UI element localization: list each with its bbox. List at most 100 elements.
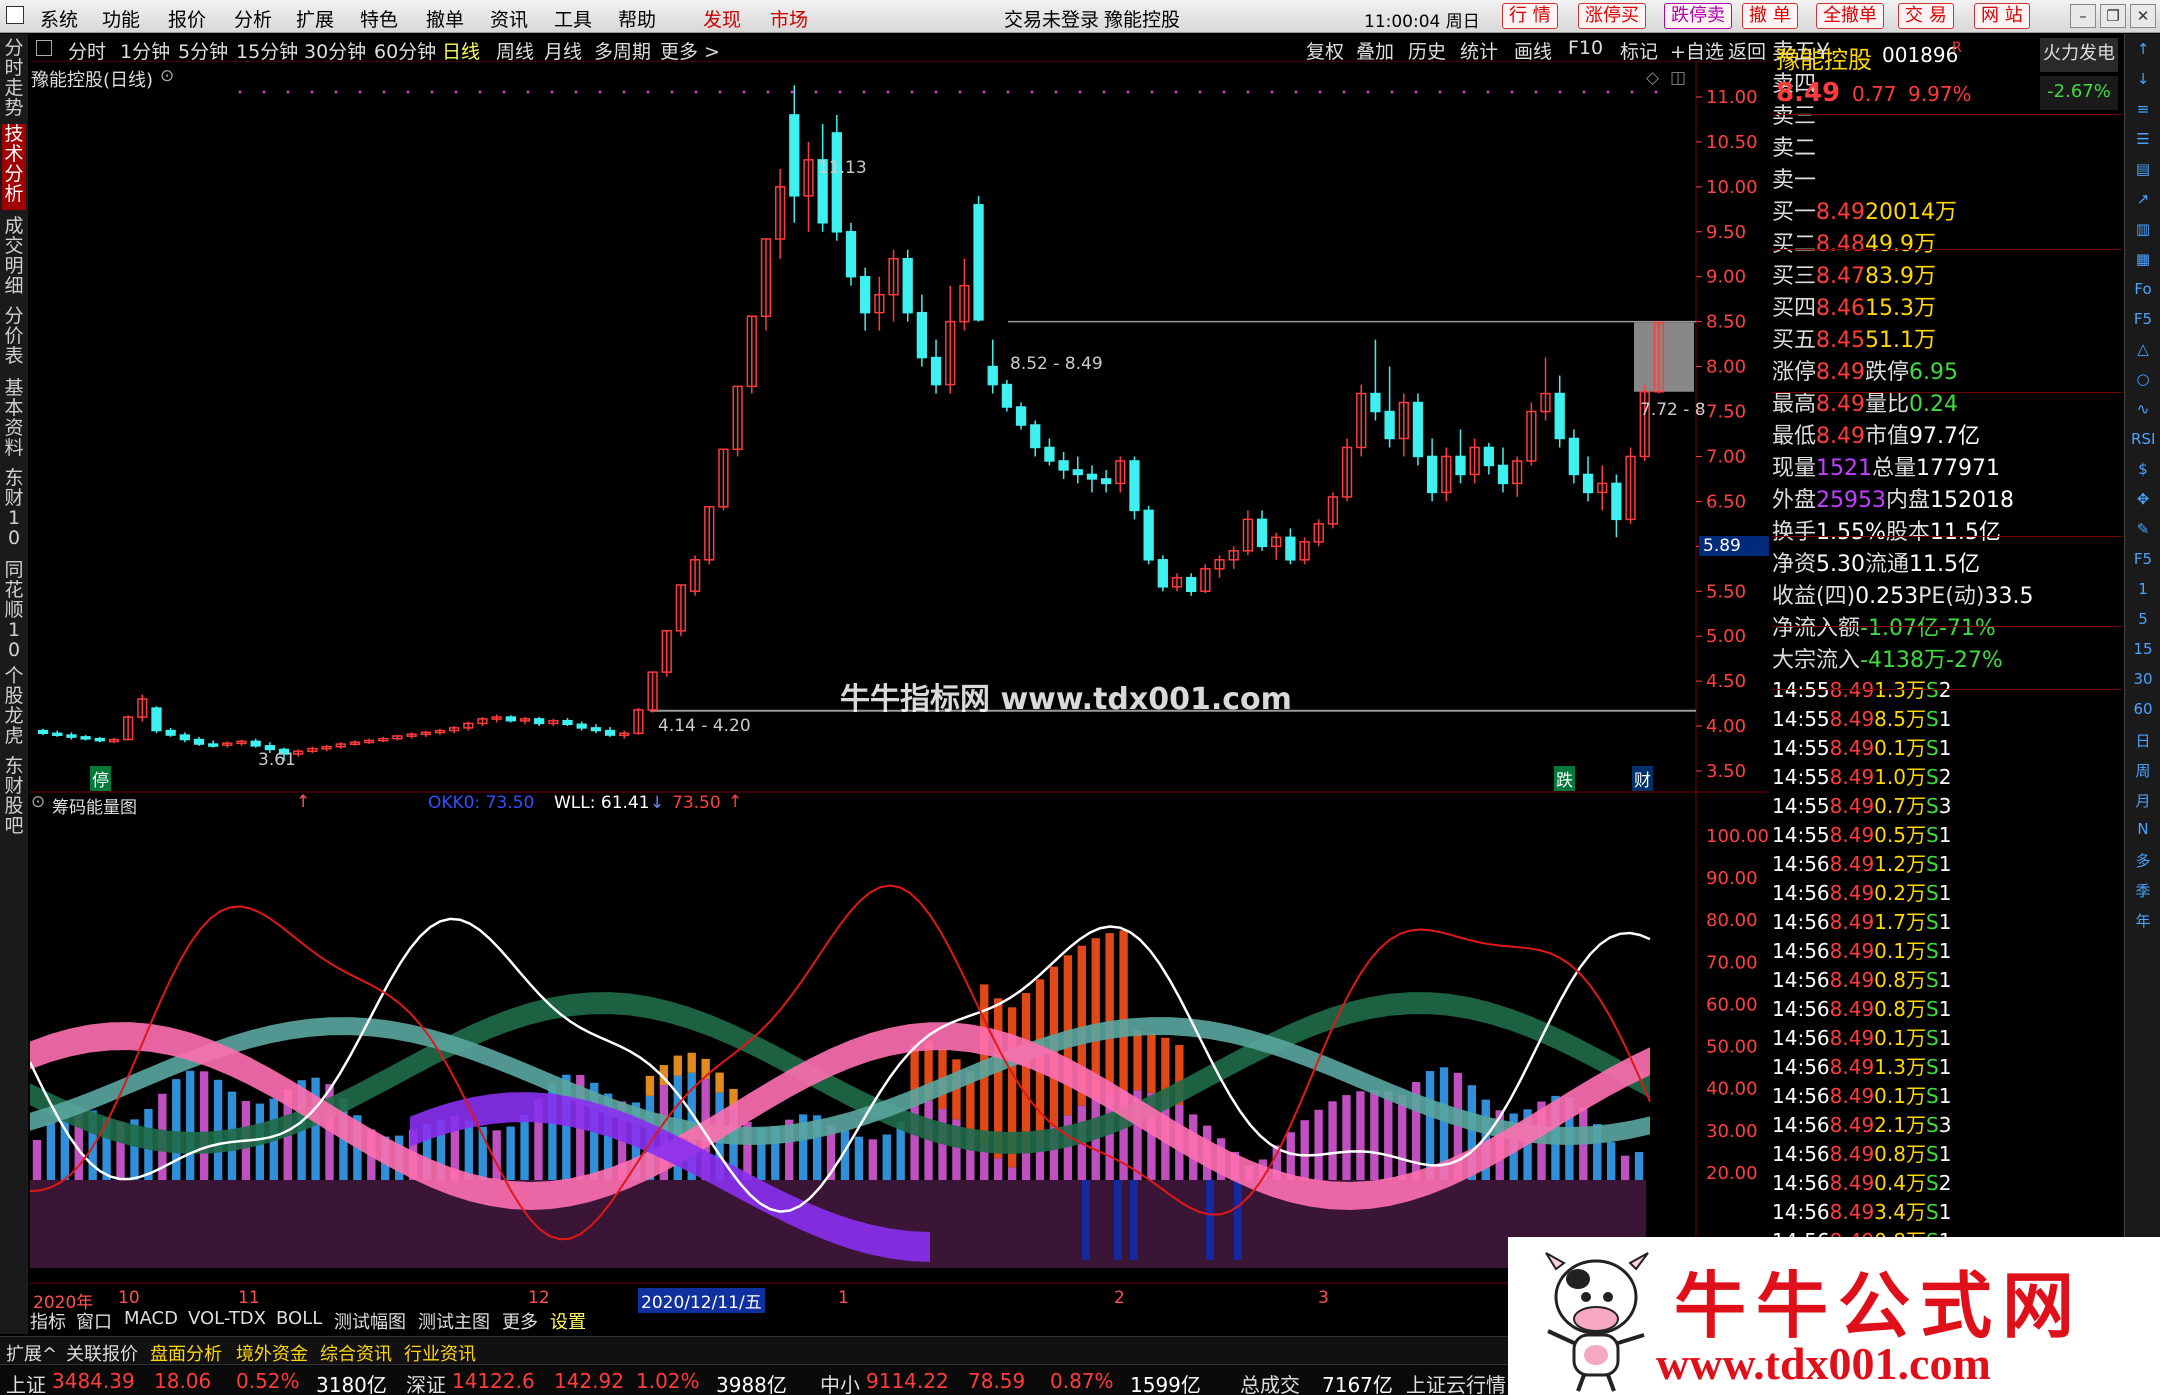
menu-item[interactable]: 报价 bbox=[168, 5, 206, 32]
sidebar-icon[interactable]: $ bbox=[2131, 460, 2155, 478]
tool-adjust[interactable]: 复权 bbox=[1306, 37, 1344, 64]
menu-item[interactable]: 扩展 bbox=[296, 5, 334, 32]
menu-item[interactable]: 资讯 bbox=[490, 5, 528, 32]
app-icon[interactable] bbox=[6, 6, 24, 24]
indicator-settings[interactable]: 设置 bbox=[550, 1308, 586, 1334]
sidebar-icon[interactable]: ✥ bbox=[2131, 490, 2155, 508]
sidebar-icon[interactable]: Fo bbox=[2131, 280, 2155, 298]
sidebar-icon[interactable]: RSI bbox=[2131, 430, 2155, 448]
sidebar-icon[interactable]: ≡ bbox=[2131, 100, 2155, 118]
tool-mark[interactable]: 标记 bbox=[1620, 37, 1658, 64]
period-tab[interactable]: 月线 bbox=[544, 37, 582, 64]
chart-settings-icon[interactable]: ⊙ bbox=[160, 66, 174, 86]
tab-trades[interactable]: 成交明细 bbox=[2, 216, 26, 300]
cancel-order-button[interactable]: 撤 单 bbox=[1742, 3, 1798, 29]
tool-f10[interactable]: F10 bbox=[1568, 37, 1603, 59]
minimize-icon[interactable]: – bbox=[2070, 4, 2096, 28]
status-tab[interactable]: 关联报价 bbox=[66, 1340, 138, 1366]
sidebar-icon[interactable]: △ bbox=[2131, 340, 2155, 358]
indicator-tab[interactable]: 窗口 bbox=[76, 1308, 112, 1334]
chart-window-icon[interactable]: ◫ bbox=[1670, 68, 1686, 88]
sidebar-icon[interactable]: 60 bbox=[2131, 700, 2155, 718]
sub-chart-toggle-icon[interactable]: ⊙ bbox=[31, 792, 45, 812]
chart-area[interactable]: 11.00 10.50 10.00 9.50 9.00 8.50 8.00 7.50 7.00 6… bbox=[30, 62, 1770, 1313]
sidebar-icon[interactable]: F5 bbox=[2131, 550, 2155, 568]
indicator-tab[interactable]: 测试幅图 bbox=[334, 1308, 406, 1334]
sidebar-icon[interactable]: 日 bbox=[2131, 730, 2155, 751]
tool-back[interactable]: 返回 bbox=[1728, 37, 1766, 64]
sidebar-icon[interactable]: ↑ bbox=[2131, 40, 2155, 58]
period-tab[interactable]: 60分钟 bbox=[374, 37, 436, 64]
sidebar-icon[interactable]: ↓ bbox=[2131, 70, 2155, 88]
period-tab[interactable]: 多周期 bbox=[594, 37, 651, 64]
sidebar-icon[interactable]: ▦ bbox=[2131, 250, 2155, 268]
toolbar-menu-icon[interactable] bbox=[36, 40, 52, 56]
limit-down-sell-button[interactable]: 跌停卖 bbox=[1664, 3, 1732, 29]
sector-tag[interactable]: 火力发电 bbox=[2040, 38, 2118, 72]
tool-stats[interactable]: 统计 bbox=[1460, 37, 1498, 64]
period-tab[interactable]: 5分钟 bbox=[178, 37, 228, 64]
period-tab[interactable]: 周线 bbox=[496, 37, 534, 64]
sidebar-icon[interactable]: 15 bbox=[2131, 640, 2155, 658]
status-tab[interactable]: 扩展^ bbox=[6, 1340, 57, 1366]
tool-draw[interactable]: 画线 bbox=[1514, 37, 1552, 64]
menu-item[interactable]: 分析 bbox=[234, 5, 272, 32]
menu-discover[interactable]: 发现 bbox=[703, 5, 741, 32]
menu-item[interactable]: 功能 bbox=[102, 5, 140, 32]
sidebar-icon[interactable]: 1 bbox=[2131, 580, 2155, 598]
sidebar-icon[interactable]: 多 bbox=[2131, 850, 2155, 871]
sidebar-icon[interactable]: F5 bbox=[2131, 310, 2155, 328]
sidebar-icon[interactable]: ✎ bbox=[2131, 520, 2155, 538]
tool-overlay[interactable]: 叠加 bbox=[1356, 37, 1394, 64]
indicator-tab[interactable]: MACD bbox=[124, 1308, 178, 1329]
menu-item[interactable]: 帮助 bbox=[618, 5, 656, 32]
status-tab[interactable]: 综合资讯 bbox=[320, 1340, 392, 1366]
period-tab[interactable]: 1分钟 bbox=[120, 37, 170, 64]
period-more[interactable]: 更多 > bbox=[660, 37, 720, 64]
status-tab[interactable]: 盘面分析 bbox=[150, 1340, 222, 1366]
indicator-tab[interactable]: VOL-TDX bbox=[188, 1308, 266, 1329]
sidebar-icon[interactable]: 季 bbox=[2131, 880, 2155, 901]
tool-history[interactable]: 历史 bbox=[1408, 37, 1446, 64]
indicator-tab[interactable]: 测试主图 bbox=[418, 1308, 490, 1334]
period-tab[interactable]: 30分钟 bbox=[304, 37, 366, 64]
tab-eastmoney[interactable]: 东财10 bbox=[2, 468, 26, 554]
tab-dragon[interactable]: 个股龙虎 bbox=[2, 666, 26, 750]
sidebar-icon[interactable]: ☰ bbox=[2131, 130, 2155, 148]
sidebar-icon[interactable]: ○ bbox=[2131, 370, 2155, 388]
period-tab[interactable]: 分时 bbox=[68, 37, 106, 64]
tool-add-watch[interactable]: +自选 bbox=[1670, 37, 1724, 64]
sidebar-icon[interactable]: N bbox=[2131, 820, 2155, 838]
indicator-tab[interactable]: BOLL bbox=[276, 1308, 322, 1329]
indicator-tab[interactable]: 更多 bbox=[502, 1308, 538, 1334]
tab-fundamentals[interactable]: 基本资料 bbox=[2, 378, 26, 462]
menu-item[interactable]: 工具 bbox=[554, 5, 592, 32]
sidebar-icon[interactable]: ↗ bbox=[2131, 190, 2155, 208]
restore-icon[interactable]: ❐ bbox=[2100, 4, 2126, 28]
cancel-all-button[interactable]: 全撤单 bbox=[1816, 3, 1884, 29]
sidebar-icon[interactable]: 5 bbox=[2131, 610, 2155, 628]
tab-ths[interactable]: 同花顺10 bbox=[2, 560, 26, 660]
quote-button[interactable]: 行 情 bbox=[1502, 3, 1558, 29]
trade-button[interactable]: 交 易 bbox=[1898, 3, 1954, 29]
limit-up-buy-button[interactable]: 涨停买 bbox=[1578, 3, 1646, 29]
period-tab-daily[interactable]: 日线 bbox=[442, 37, 480, 64]
period-tab[interactable]: 15分钟 bbox=[236, 37, 298, 64]
close-icon[interactable]: ✕ bbox=[2130, 4, 2156, 28]
sidebar-icon[interactable]: 30 bbox=[2131, 670, 2155, 688]
sidebar-icon[interactable]: ▤ bbox=[2131, 160, 2155, 178]
menu-item[interactable]: 特色 bbox=[360, 5, 398, 32]
website-button[interactable]: 网 站 bbox=[1974, 3, 2030, 29]
menu-item[interactable]: 撤单 bbox=[426, 5, 464, 32]
menu-market[interactable]: 市场 bbox=[770, 5, 808, 32]
tab-price-dist[interactable]: 分价表 bbox=[2, 306, 26, 372]
sidebar-icon[interactable]: 月 bbox=[2131, 790, 2155, 811]
status-tab[interactable]: 行业资讯 bbox=[404, 1340, 476, 1366]
sidebar-icon[interactable]: 周 bbox=[2131, 760, 2155, 781]
sidebar-icon[interactable]: ∿ bbox=[2131, 400, 2155, 418]
menu-item[interactable]: 系统 bbox=[40, 5, 78, 32]
chart-diamond-icon[interactable]: ◇ bbox=[1646, 68, 1659, 88]
sidebar-icon[interactable]: 年 bbox=[2131, 910, 2155, 931]
tab-technical[interactable]: 技术分析 bbox=[2, 124, 26, 210]
status-tab[interactable]: 境外资金 bbox=[236, 1340, 308, 1366]
